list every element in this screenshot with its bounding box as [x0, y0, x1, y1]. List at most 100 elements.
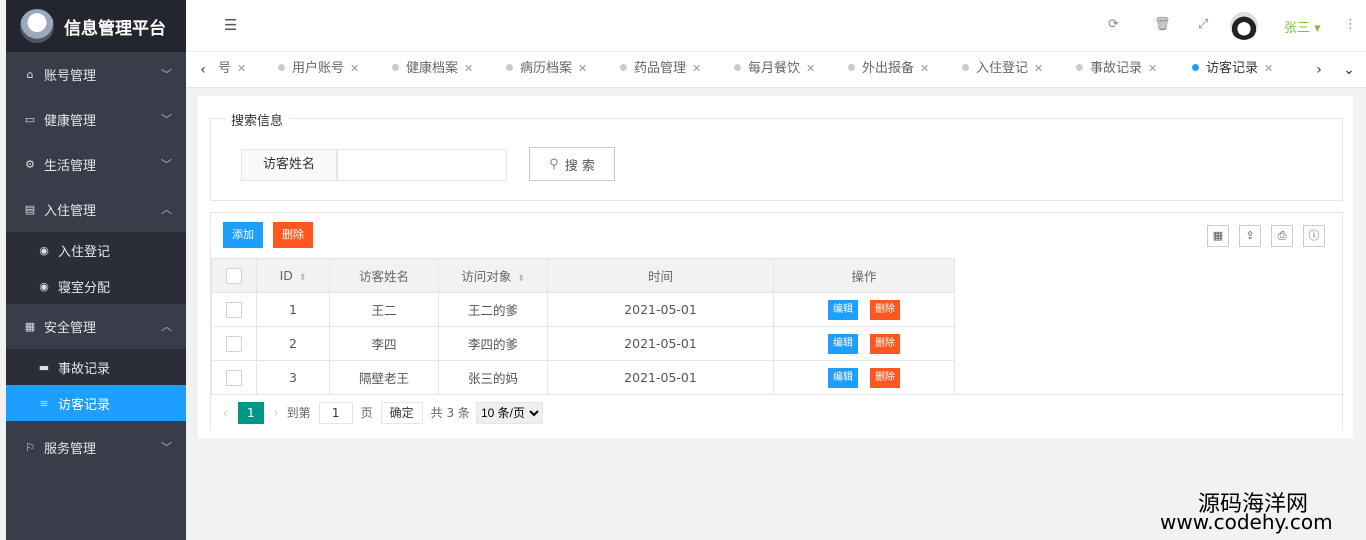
- chevron-down-icon: ﹀: [161, 441, 172, 454]
- tab-checkin-register[interactable]: 入住登记 ✕: [962, 52, 1043, 87]
- search-legend: 搜索信息: [225, 110, 290, 129]
- app-root: 信息管理平台 ⌂ 账号管理 ﹀ ▭ 健康管理 ﹀ ⚙ 生活管理 ﹀ ▤ 入住管理…: [0, 0, 1366, 540]
- main-content: 搜索信息 访客姓名 ⚲ 搜 索 添加 删除 ▦ ⇪ ⎙ ⓘ ID ⬍ 访客姓名 …: [198, 96, 1353, 438]
- page-size-select[interactable]: 10 条/页: [475, 401, 543, 424]
- tab-visitor-record[interactable]: 访客记录 ✕: [1192, 52, 1273, 87]
- tab-outing-report[interactable]: 外出报备 ✕: [848, 52, 929, 87]
- col-target[interactable]: 访问对象 ⬍: [438, 258, 548, 293]
- goto-label: 到第: [286, 406, 311, 420]
- close-icon[interactable]: ✕: [1148, 62, 1157, 75]
- tab-label: 外出报备: [862, 61, 915, 76]
- info-icon[interactable]: ⓘ: [1303, 225, 1325, 247]
- export-icon[interactable]: ⇪: [1239, 225, 1261, 247]
- edit-button[interactable]: 编辑: [828, 367, 858, 388]
- close-icon[interactable]: ✕: [464, 62, 473, 75]
- sidebar-item-health[interactable]: ▭ 健康管理 ﹀: [6, 97, 186, 142]
- visitor-name-input[interactable]: [337, 149, 507, 181]
- cell-target: 李四的爹: [438, 326, 548, 361]
- add-button[interactable]: 添加: [223, 222, 263, 248]
- next-page-icon[interactable]: ›: [274, 406, 279, 420]
- menu-toggle-icon[interactable]: ☰: [224, 16, 237, 34]
- sidebar-item-safety[interactable]: ▦ 安全管理 ︿: [6, 304, 186, 349]
- close-icon[interactable]: ✕: [350, 62, 359, 75]
- user-menu[interactable]: 张三 ▾: [1284, 17, 1321, 36]
- sidebar-item-life[interactable]: ⚙ 生活管理 ﹀: [6, 142, 186, 187]
- prev-page-icon[interactable]: ‹: [223, 406, 228, 420]
- pagination: ‹ 1 › 到第 1 页 确定 共 3 条 10 条/页: [211, 394, 1342, 430]
- close-icon[interactable]: ✕: [578, 62, 587, 75]
- row-delete-button[interactable]: 删除: [870, 367, 900, 388]
- trash-icon[interactable]: 🗑: [1154, 17, 1171, 32]
- table-row: 3 隔壁老王 张三的妈 2021-05-01 编辑 删除: [211, 360, 955, 395]
- tab-label: 药品管理: [634, 61, 687, 76]
- sidebar-item-label: 事故记录: [58, 361, 111, 377]
- tab-accident-record[interactable]: 事故记录 ✕: [1076, 52, 1157, 87]
- tabs-scroll-left-icon[interactable]: ‹: [192, 52, 214, 87]
- confirm-button[interactable]: 确定: [380, 401, 423, 424]
- calendar-icon: ▦: [24, 320, 36, 333]
- delete-button[interactable]: 删除: [273, 222, 313, 248]
- close-icon[interactable]: ✕: [237, 62, 246, 75]
- tab-dot: [734, 64, 741, 71]
- cell-id: 3: [256, 360, 330, 395]
- tab-label: 事故记录: [1090, 61, 1143, 76]
- sidebar-item-checkin[interactable]: ▤ 入住管理 ︿: [6, 187, 186, 232]
- close-icon[interactable]: ✕: [692, 62, 701, 75]
- page-input[interactable]: 1: [318, 401, 353, 424]
- more-icon[interactable]: ⋮: [1344, 17, 1357, 32]
- search-button[interactable]: ⚲ 搜 索: [529, 147, 615, 181]
- sidebar-item-dorm-assign[interactable]: ◉ 寝室分配: [6, 268, 186, 304]
- tab-account-number[interactable]: 号 ✕: [218, 52, 246, 87]
- search-button-label: 搜 索: [564, 158, 595, 174]
- select-all-cell: [211, 258, 257, 293]
- select-all-checkbox[interactable]: [226, 267, 242, 284]
- tab-dot: [1192, 64, 1199, 71]
- home-icon: ⌂: [26, 68, 34, 81]
- tab-user-account[interactable]: 用户账号 ✕: [278, 52, 359, 87]
- refresh-icon[interactable]: ⟳: [1108, 17, 1119, 32]
- tab-medicine[interactable]: 药品管理 ✕: [620, 52, 701, 87]
- sidebar-item-checkin-register[interactable]: ◉ 入住登记: [6, 232, 186, 268]
- sidebar-item-accident[interactable]: ▬ 事故记录: [6, 349, 186, 385]
- cell-id: 2: [256, 326, 330, 361]
- tabs-scroll-right-icon[interactable]: ›: [1308, 52, 1330, 87]
- sidebar-item-visitor[interactable]: ≡ 访客记录: [6, 385, 186, 421]
- logo[interactable]: 信息管理平台: [6, 0, 186, 52]
- close-icon[interactable]: ✕: [806, 62, 815, 75]
- avatar[interactable]: [1230, 12, 1258, 40]
- table-toolbar: 添加 删除 ▦ ⇪ ⎙ ⓘ: [211, 213, 1342, 258]
- edit-button[interactable]: 编辑: [828, 299, 858, 320]
- sidebar-item-label: 健康管理: [44, 114, 97, 129]
- page-current[interactable]: 1: [237, 401, 264, 424]
- close-icon[interactable]: ✕: [1034, 62, 1043, 75]
- sidebar-item-label: 寝室分配: [58, 280, 111, 296]
- fullscreen-icon[interactable]: ⤢: [1198, 17, 1208, 32]
- cell-actions: 编辑 删除: [773, 326, 955, 361]
- columns-filter-icon[interactable]: ▦: [1207, 225, 1229, 247]
- sidebar-item-account[interactable]: ⌂ 账号管理 ﹀: [6, 52, 186, 97]
- tab-medical-record[interactable]: 病历档案 ✕: [506, 52, 587, 87]
- col-id[interactable]: ID ⬍: [256, 258, 330, 293]
- sort-icon[interactable]: ⬍: [517, 274, 525, 284]
- row-delete-button[interactable]: 删除: [870, 333, 900, 354]
- tab-dot: [620, 64, 627, 71]
- visitor-name-label: 访客姓名: [241, 149, 337, 181]
- row-checkbox[interactable]: [226, 335, 242, 352]
- sidebar-item-service[interactable]: ⚐ 服务管理 ﹀: [6, 425, 186, 470]
- chevron-down-icon: ﹀: [161, 68, 172, 81]
- close-icon[interactable]: ✕: [1264, 62, 1273, 75]
- edit-button[interactable]: 编辑: [828, 333, 858, 354]
- close-icon[interactable]: ✕: [920, 62, 929, 75]
- col-visitor-name: 访客姓名: [329, 258, 439, 293]
- tabs-dropdown-icon[interactable]: ⌄: [1338, 52, 1360, 87]
- tab-monthly-meals[interactable]: 每月餐饮 ✕: [734, 52, 815, 87]
- row-checkbox[interactable]: [226, 301, 242, 318]
- row-checkbox-cell: [211, 326, 257, 361]
- print-icon[interactable]: ⎙: [1271, 225, 1293, 247]
- row-delete-button[interactable]: 删除: [870, 299, 900, 320]
- sort-icon[interactable]: ⬍: [299, 273, 307, 283]
- tab-health-archive[interactable]: 健康档案 ✕: [392, 52, 473, 87]
- cell-name: 李四: [329, 326, 439, 361]
- row-checkbox[interactable]: [226, 369, 242, 386]
- submenu-checkin: ◉ 入住登记 ◉ 寝室分配: [6, 232, 186, 304]
